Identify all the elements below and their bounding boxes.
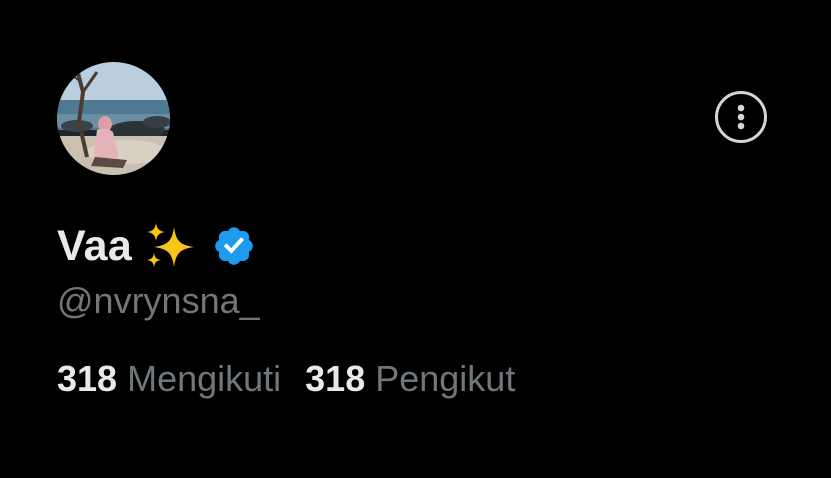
followers-count: 318: [305, 358, 366, 399]
profile-stats: 318 Mengikuti 318 Pengikut: [57, 358, 539, 400]
following-count: 318: [57, 358, 118, 399]
name-row: Vaa: [57, 218, 256, 274]
more-options-button[interactable]: [715, 91, 767, 143]
profile-header: Vaa @nvrynsna_ 318 Mengikuti 318 Pengiku…: [0, 0, 831, 478]
display-name: Vaa: [57, 221, 133, 270]
user-handle: @nvrynsna_: [57, 280, 260, 321]
followers-link[interactable]: 318 Pengikut: [305, 358, 515, 400]
following-label: Mengikuti: [127, 358, 282, 399]
sparkles-icon: [144, 221, 200, 271]
verified-badge-icon[interactable]: [212, 224, 256, 268]
following-link[interactable]: 318 Mengikuti: [57, 358, 281, 400]
avatar-image: [57, 62, 170, 175]
followers-label: Pengikut: [375, 358, 516, 399]
more-options-icon: [737, 104, 745, 130]
avatar[interactable]: [57, 62, 170, 175]
